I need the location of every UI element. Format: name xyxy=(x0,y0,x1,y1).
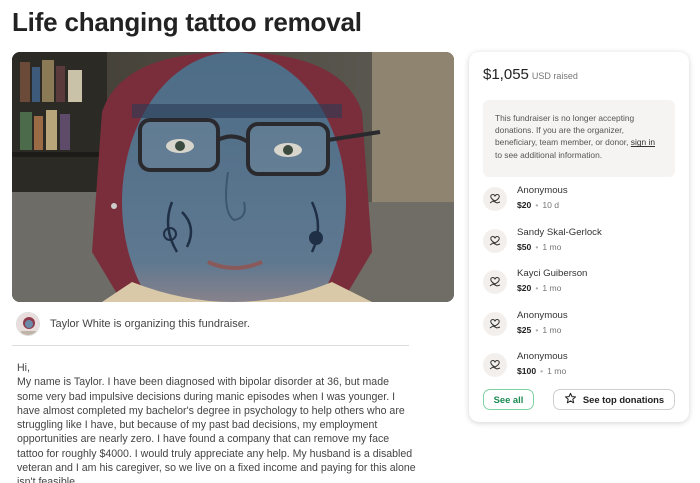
heart-hand-icon xyxy=(483,270,507,294)
donation-time: 10 d xyxy=(542,200,560,210)
notice-text: This fundraiser is no longer accepting d… xyxy=(495,113,635,148)
donor-name: Sandy Skal-Gerlock xyxy=(517,226,602,238)
heart-hand-icon xyxy=(483,228,507,253)
donation-amount: $50 xyxy=(517,241,532,252)
donation-item: Anonymous $20 • 10 d xyxy=(483,185,683,227)
donation-time: 1 mo xyxy=(547,366,567,376)
hero-photo-illustration xyxy=(12,52,454,302)
donation-time: 1 mo xyxy=(542,241,562,252)
heart-hand-icon xyxy=(483,311,507,336)
page-title: Life changing tattoo removal xyxy=(12,7,362,37)
amount-raised: $1,055 USD raised xyxy=(483,66,578,83)
donation-card: $1,055 USD raised This fundraiser is no l… xyxy=(469,52,689,422)
see-all-button[interactable]: See all xyxy=(483,389,534,410)
notice-suffix: to see additional information. xyxy=(495,149,603,160)
star-icon xyxy=(564,392,577,407)
closed-notice: This fundraiser is no longer accepting d… xyxy=(483,100,675,177)
donation-item: Anonymous $100 • 1 mo xyxy=(483,351,683,393)
donation-amount: $100 xyxy=(517,366,537,376)
donor-name: Anonymous xyxy=(517,309,568,321)
raised-amount: $1,055 xyxy=(483,66,529,83)
donation-item: Anonymous $25 • 1 mo xyxy=(483,310,683,352)
heart-hand-icon xyxy=(483,353,507,377)
story-text: Hi, My name is Taylor. I have been diagn… xyxy=(17,361,417,483)
donor-name: Anonymous xyxy=(517,185,568,196)
donation-amount: $20 xyxy=(517,283,532,293)
divider xyxy=(12,345,409,346)
organizer-text: Taylor White is organizing this fundrais… xyxy=(50,318,250,330)
donation-time: 1 mo xyxy=(542,324,562,335)
raised-currency: USD raised xyxy=(531,71,578,81)
sign-in-link[interactable]: sign in xyxy=(631,137,655,147)
heart-hand-icon xyxy=(483,187,507,211)
donation-item: Kayci Guiberson $20 • 1 mo xyxy=(483,268,683,310)
donation-time: 1 mo xyxy=(542,283,562,293)
donor-name: Anonymous xyxy=(517,351,568,362)
donation-amount: $25 xyxy=(517,324,532,335)
donation-item: Sandy Skal-Gerlock $50 • 1 mo xyxy=(483,227,683,269)
donation-amount: $20 xyxy=(517,200,532,210)
see-top-donations-label: See top donations xyxy=(582,394,665,405)
donation-list: Anonymous $20 • 10 d Sandy Skal-Gerlock $5… xyxy=(483,185,683,393)
see-top-donations-button[interactable]: See top donations xyxy=(553,389,675,410)
organizer-row: Taylor White is organizing this fundrais… xyxy=(16,312,250,336)
story-paragraph: Hi, My name is Taylor. I have been diagn… xyxy=(17,362,416,483)
donor-name: Kayci Guiberson xyxy=(517,268,588,279)
organizer-avatar[interactable] xyxy=(16,312,40,336)
hero-photo xyxy=(12,52,454,302)
